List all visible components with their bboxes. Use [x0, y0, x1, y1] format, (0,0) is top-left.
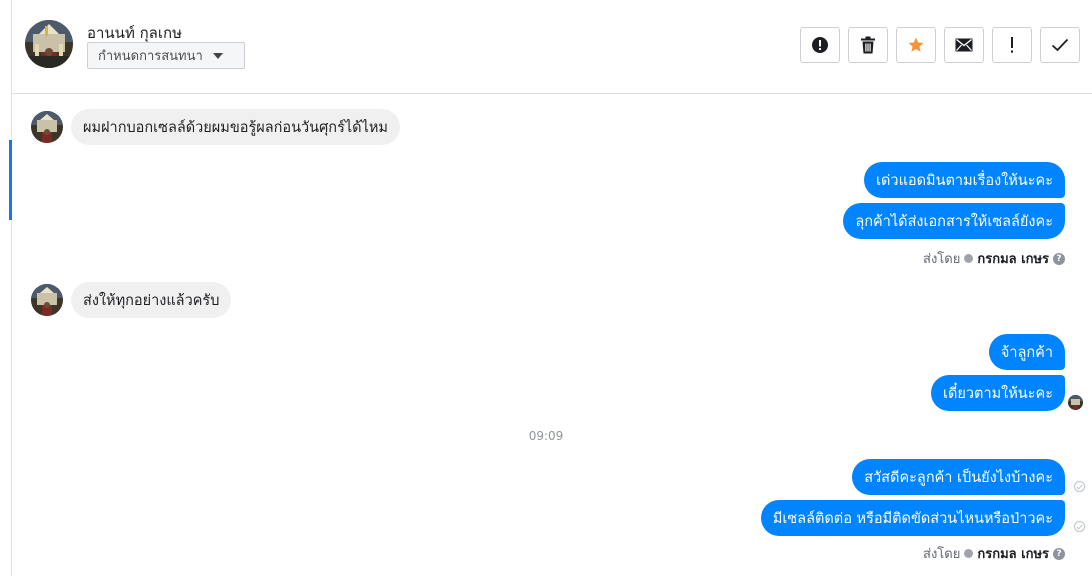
conversation-toolbar [800, 27, 1080, 63]
agent-avatar-icon [964, 254, 974, 263]
sent-by-info: ส่งโดย กรกมล เกษร ? [923, 248, 1065, 269]
assign-conversation-dropdown[interactable]: กำหนดการสนทนา [87, 42, 245, 69]
trash-icon [861, 36, 875, 54]
sent-by-prefix: ส่งโดย [923, 252, 961, 267]
help-icon[interactable]: ? [1053, 547, 1065, 560]
done-button[interactable] [1040, 27, 1080, 63]
agent-avatar-icon [964, 549, 974, 558]
help-icon[interactable]: ? [1053, 252, 1065, 265]
exclamation-icon [1011, 37, 1013, 53]
conversation-header: อานนท์ กุลเกษ กำหนดการสนทนา [12, 0, 1092, 94]
delivered-check-icon [1074, 481, 1085, 492]
star-button[interactable] [896, 27, 936, 63]
outgoing-bubble[interactable]: จ้าลูกค้า [988, 334, 1065, 370]
sent-by-agent[interactable]: กรกมล เกษร [977, 248, 1049, 269]
alert-circle-icon [812, 37, 828, 53]
envelope-icon [955, 38, 973, 52]
contact-avatar-small [31, 111, 63, 143]
outgoing-bubble[interactable]: เดี๋ยวตามให้นะคะ [931, 375, 1065, 411]
spam-button[interactable] [800, 27, 840, 63]
sent-by-info: ส่งโดย กรกมล เกษร ? [923, 543, 1065, 564]
incoming-message: ส่งให้ทุกอย่างแล้วครับ [31, 282, 232, 318]
check-icon [1051, 38, 1069, 52]
star-icon [908, 37, 924, 52]
assign-label: กำหนดการสนทนา [98, 49, 203, 64]
unread-button[interactable] [944, 27, 984, 63]
timestamp-divider: 09:09 [528, 429, 564, 443]
contact-avatar-small [31, 284, 63, 316]
outgoing-bubble[interactable]: สวัสดีคะลูกค้า เป็นยังไงบ้างคะ [852, 459, 1065, 495]
follow-up-button[interactable] [992, 27, 1032, 63]
contact-avatar[interactable] [25, 20, 73, 68]
incoming-bubble[interactable]: ส่งให้ทุกอย่างแล้วครับ [71, 282, 232, 318]
seen-avatar [1068, 395, 1083, 410]
caret-down-icon [212, 53, 223, 59]
outgoing-bubble[interactable]: ลุกค้าได้ส่งเอกสารให้เซลล์ยังคะ [843, 203, 1065, 239]
incoming-message: ผมฝากบอกเซลล์ด้วยผมขอรู้ผลก่อนวันศุกร์ได… [31, 109, 400, 145]
outgoing-bubble[interactable]: มีเซลล์ติดต่อ หรือมีติดขัดส่วนไหนหรือป่า… [760, 500, 1065, 536]
left-rail [0, 0, 12, 576]
incoming-bubble[interactable]: ผมฝากบอกเซลล์ด้วยผมขอรู้ผลก่อนวันศุกร์ได… [71, 109, 400, 145]
outgoing-bubble[interactable]: เด่วแอดมินตามเรื่องให้นะคะ [864, 162, 1065, 198]
delivered-check-icon [1074, 521, 1085, 532]
message-thread[interactable]: ผมฝากบอกเซลล์ด้วยผมขอรู้ผลก่อนวันศุกร์ได… [12, 95, 1092, 576]
sent-by-agent[interactable]: กรกมล เกษร [977, 543, 1049, 564]
delete-button[interactable] [848, 27, 888, 63]
sent-by-prefix: ส่งโดย [923, 547, 961, 562]
